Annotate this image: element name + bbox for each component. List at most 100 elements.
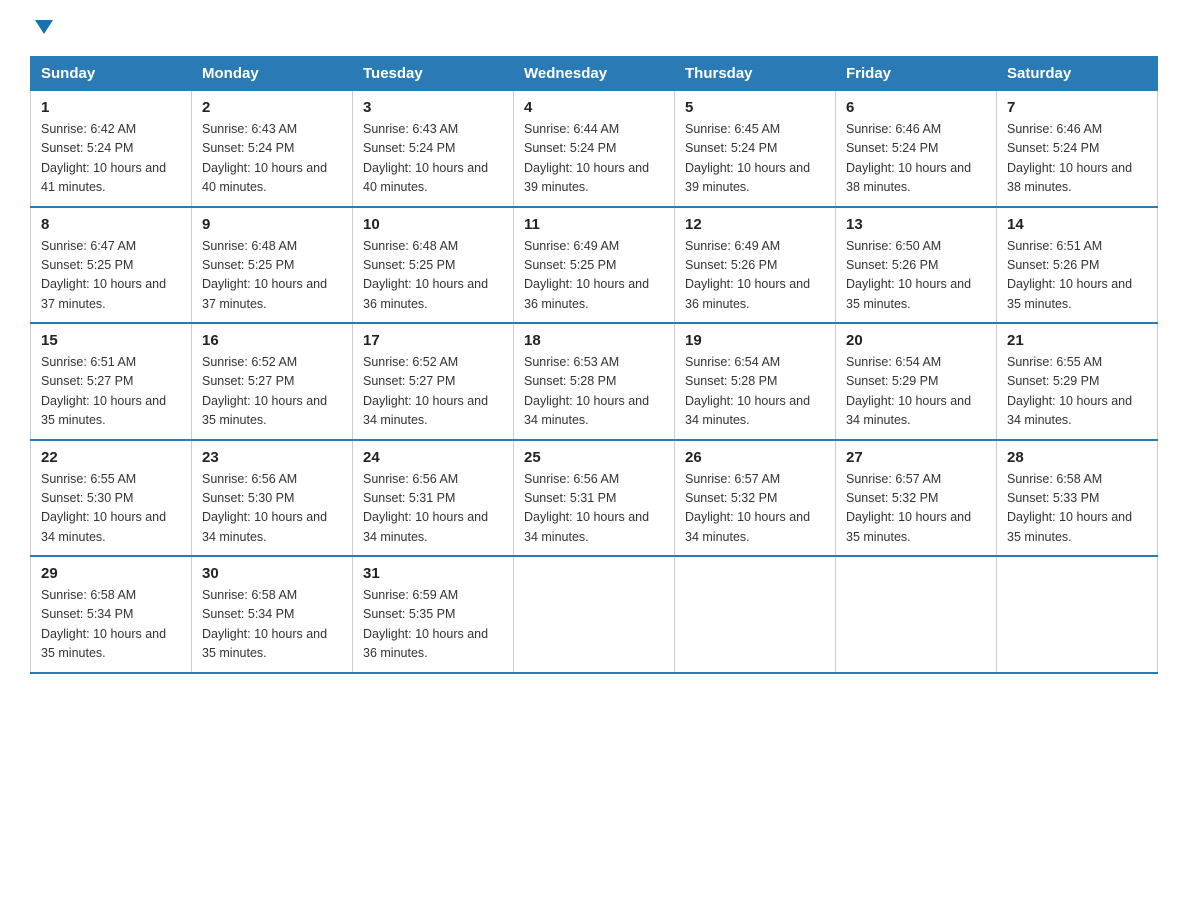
day-info: Sunrise: 6:50 AMSunset: 5:26 PMDaylight:… [846,239,971,311]
calendar-cell: 26 Sunrise: 6:57 AMSunset: 5:32 PMDaylig… [675,440,836,557]
day-number: 27 [846,449,986,466]
calendar-cell: 11 Sunrise: 6:49 AMSunset: 5:25 PMDaylig… [514,207,675,324]
day-number: 30 [202,565,342,582]
calendar-cell: 22 Sunrise: 6:55 AMSunset: 5:30 PMDaylig… [31,440,192,557]
day-info: Sunrise: 6:51 AMSunset: 5:26 PMDaylight:… [1007,239,1132,311]
day-number: 18 [524,332,664,349]
calendar-cell: 7 Sunrise: 6:46 AMSunset: 5:24 PMDayligh… [997,91,1158,207]
day-info: Sunrise: 6:52 AMSunset: 5:27 PMDaylight:… [363,355,488,427]
calendar-week-row: 22 Sunrise: 6:55 AMSunset: 5:30 PMDaylig… [31,440,1158,557]
day-info: Sunrise: 6:53 AMSunset: 5:28 PMDaylight:… [524,355,649,427]
day-number: 23 [202,449,342,466]
day-info: Sunrise: 6:52 AMSunset: 5:27 PMDaylight:… [202,355,327,427]
calendar-cell: 4 Sunrise: 6:44 AMSunset: 5:24 PMDayligh… [514,91,675,207]
day-info: Sunrise: 6:54 AMSunset: 5:28 PMDaylight:… [685,355,810,427]
calendar-cell: 21 Sunrise: 6:55 AMSunset: 5:29 PMDaylig… [997,323,1158,440]
calendar-cell: 13 Sunrise: 6:50 AMSunset: 5:26 PMDaylig… [836,207,997,324]
day-number: 12 [685,216,825,233]
calendar-cell: 19 Sunrise: 6:54 AMSunset: 5:28 PMDaylig… [675,323,836,440]
day-info: Sunrise: 6:46 AMSunset: 5:24 PMDaylight:… [1007,122,1132,194]
day-info: Sunrise: 6:48 AMSunset: 5:25 PMDaylight:… [202,239,327,311]
logo-arrow-icon [33,16,55,38]
day-info: Sunrise: 6:55 AMSunset: 5:29 PMDaylight:… [1007,355,1132,427]
calendar-cell: 8 Sunrise: 6:47 AMSunset: 5:25 PMDayligh… [31,207,192,324]
calendar-cell: 23 Sunrise: 6:56 AMSunset: 5:30 PMDaylig… [192,440,353,557]
weekday-header-tuesday: Tuesday [353,57,514,91]
day-info: Sunrise: 6:47 AMSunset: 5:25 PMDaylight:… [41,239,166,311]
day-info: Sunrise: 6:48 AMSunset: 5:25 PMDaylight:… [363,239,488,311]
page-header [30,20,1158,36]
weekday-header-thursday: Thursday [675,57,836,91]
calendar-cell: 20 Sunrise: 6:54 AMSunset: 5:29 PMDaylig… [836,323,997,440]
day-number: 6 [846,99,986,116]
calendar-cell [514,556,675,673]
day-info: Sunrise: 6:44 AMSunset: 5:24 PMDaylight:… [524,122,649,194]
calendar-cell: 15 Sunrise: 6:51 AMSunset: 5:27 PMDaylig… [31,323,192,440]
calendar-cell: 17 Sunrise: 6:52 AMSunset: 5:27 PMDaylig… [353,323,514,440]
calendar-cell [997,556,1158,673]
day-info: Sunrise: 6:59 AMSunset: 5:35 PMDaylight:… [363,588,488,660]
day-info: Sunrise: 6:58 AMSunset: 5:33 PMDaylight:… [1007,472,1132,544]
day-info: Sunrise: 6:43 AMSunset: 5:24 PMDaylight:… [363,122,488,194]
day-info: Sunrise: 6:58 AMSunset: 5:34 PMDaylight:… [41,588,166,660]
day-info: Sunrise: 6:57 AMSunset: 5:32 PMDaylight:… [846,472,971,544]
day-number: 28 [1007,449,1147,466]
day-info: Sunrise: 6:43 AMSunset: 5:24 PMDaylight:… [202,122,327,194]
day-number: 17 [363,332,503,349]
calendar-week-row: 8 Sunrise: 6:47 AMSunset: 5:25 PMDayligh… [31,207,1158,324]
calendar-cell: 29 Sunrise: 6:58 AMSunset: 5:34 PMDaylig… [31,556,192,673]
day-number: 19 [685,332,825,349]
logo [30,20,55,36]
calendar-cell: 5 Sunrise: 6:45 AMSunset: 5:24 PMDayligh… [675,91,836,207]
day-number: 3 [363,99,503,116]
day-info: Sunrise: 6:56 AMSunset: 5:31 PMDaylight:… [524,472,649,544]
day-number: 8 [41,216,181,233]
calendar-cell: 24 Sunrise: 6:56 AMSunset: 5:31 PMDaylig… [353,440,514,557]
calendar-table: SundayMondayTuesdayWednesdayThursdayFrid… [30,56,1158,674]
weekday-header-friday: Friday [836,57,997,91]
day-number: 11 [524,216,664,233]
day-info: Sunrise: 6:54 AMSunset: 5:29 PMDaylight:… [846,355,971,427]
day-number: 5 [685,99,825,116]
calendar-cell: 6 Sunrise: 6:46 AMSunset: 5:24 PMDayligh… [836,91,997,207]
day-info: Sunrise: 6:49 AMSunset: 5:25 PMDaylight:… [524,239,649,311]
weekday-header-saturday: Saturday [997,57,1158,91]
weekday-header-wednesday: Wednesday [514,57,675,91]
day-info: Sunrise: 6:55 AMSunset: 5:30 PMDaylight:… [41,472,166,544]
calendar-week-row: 29 Sunrise: 6:58 AMSunset: 5:34 PMDaylig… [31,556,1158,673]
day-number: 1 [41,99,181,116]
day-number: 10 [363,216,503,233]
day-info: Sunrise: 6:45 AMSunset: 5:24 PMDaylight:… [685,122,810,194]
day-number: 21 [1007,332,1147,349]
calendar-cell: 1 Sunrise: 6:42 AMSunset: 5:24 PMDayligh… [31,91,192,207]
calendar-cell: 31 Sunrise: 6:59 AMSunset: 5:35 PMDaylig… [353,556,514,673]
calendar-cell: 16 Sunrise: 6:52 AMSunset: 5:27 PMDaylig… [192,323,353,440]
day-number: 24 [363,449,503,466]
day-number: 14 [1007,216,1147,233]
day-info: Sunrise: 6:56 AMSunset: 5:30 PMDaylight:… [202,472,327,544]
weekday-header-sunday: Sunday [31,57,192,91]
day-info: Sunrise: 6:51 AMSunset: 5:27 PMDaylight:… [41,355,166,427]
weekday-header-row: SundayMondayTuesdayWednesdayThursdayFrid… [31,57,1158,91]
calendar-cell [836,556,997,673]
day-number: 29 [41,565,181,582]
day-info: Sunrise: 6:56 AMSunset: 5:31 PMDaylight:… [363,472,488,544]
day-number: 15 [41,332,181,349]
day-info: Sunrise: 6:57 AMSunset: 5:32 PMDaylight:… [685,472,810,544]
day-number: 13 [846,216,986,233]
weekday-header-monday: Monday [192,57,353,91]
day-info: Sunrise: 6:58 AMSunset: 5:34 PMDaylight:… [202,588,327,660]
day-number: 26 [685,449,825,466]
day-info: Sunrise: 6:46 AMSunset: 5:24 PMDaylight:… [846,122,971,194]
day-info: Sunrise: 6:42 AMSunset: 5:24 PMDaylight:… [41,122,166,194]
day-number: 25 [524,449,664,466]
day-number: 9 [202,216,342,233]
day-info: Sunrise: 6:49 AMSunset: 5:26 PMDaylight:… [685,239,810,311]
day-number: 22 [41,449,181,466]
calendar-cell [675,556,836,673]
day-number: 4 [524,99,664,116]
calendar-cell: 14 Sunrise: 6:51 AMSunset: 5:26 PMDaylig… [997,207,1158,324]
calendar-cell: 27 Sunrise: 6:57 AMSunset: 5:32 PMDaylig… [836,440,997,557]
calendar-cell: 3 Sunrise: 6:43 AMSunset: 5:24 PMDayligh… [353,91,514,207]
day-number: 2 [202,99,342,116]
